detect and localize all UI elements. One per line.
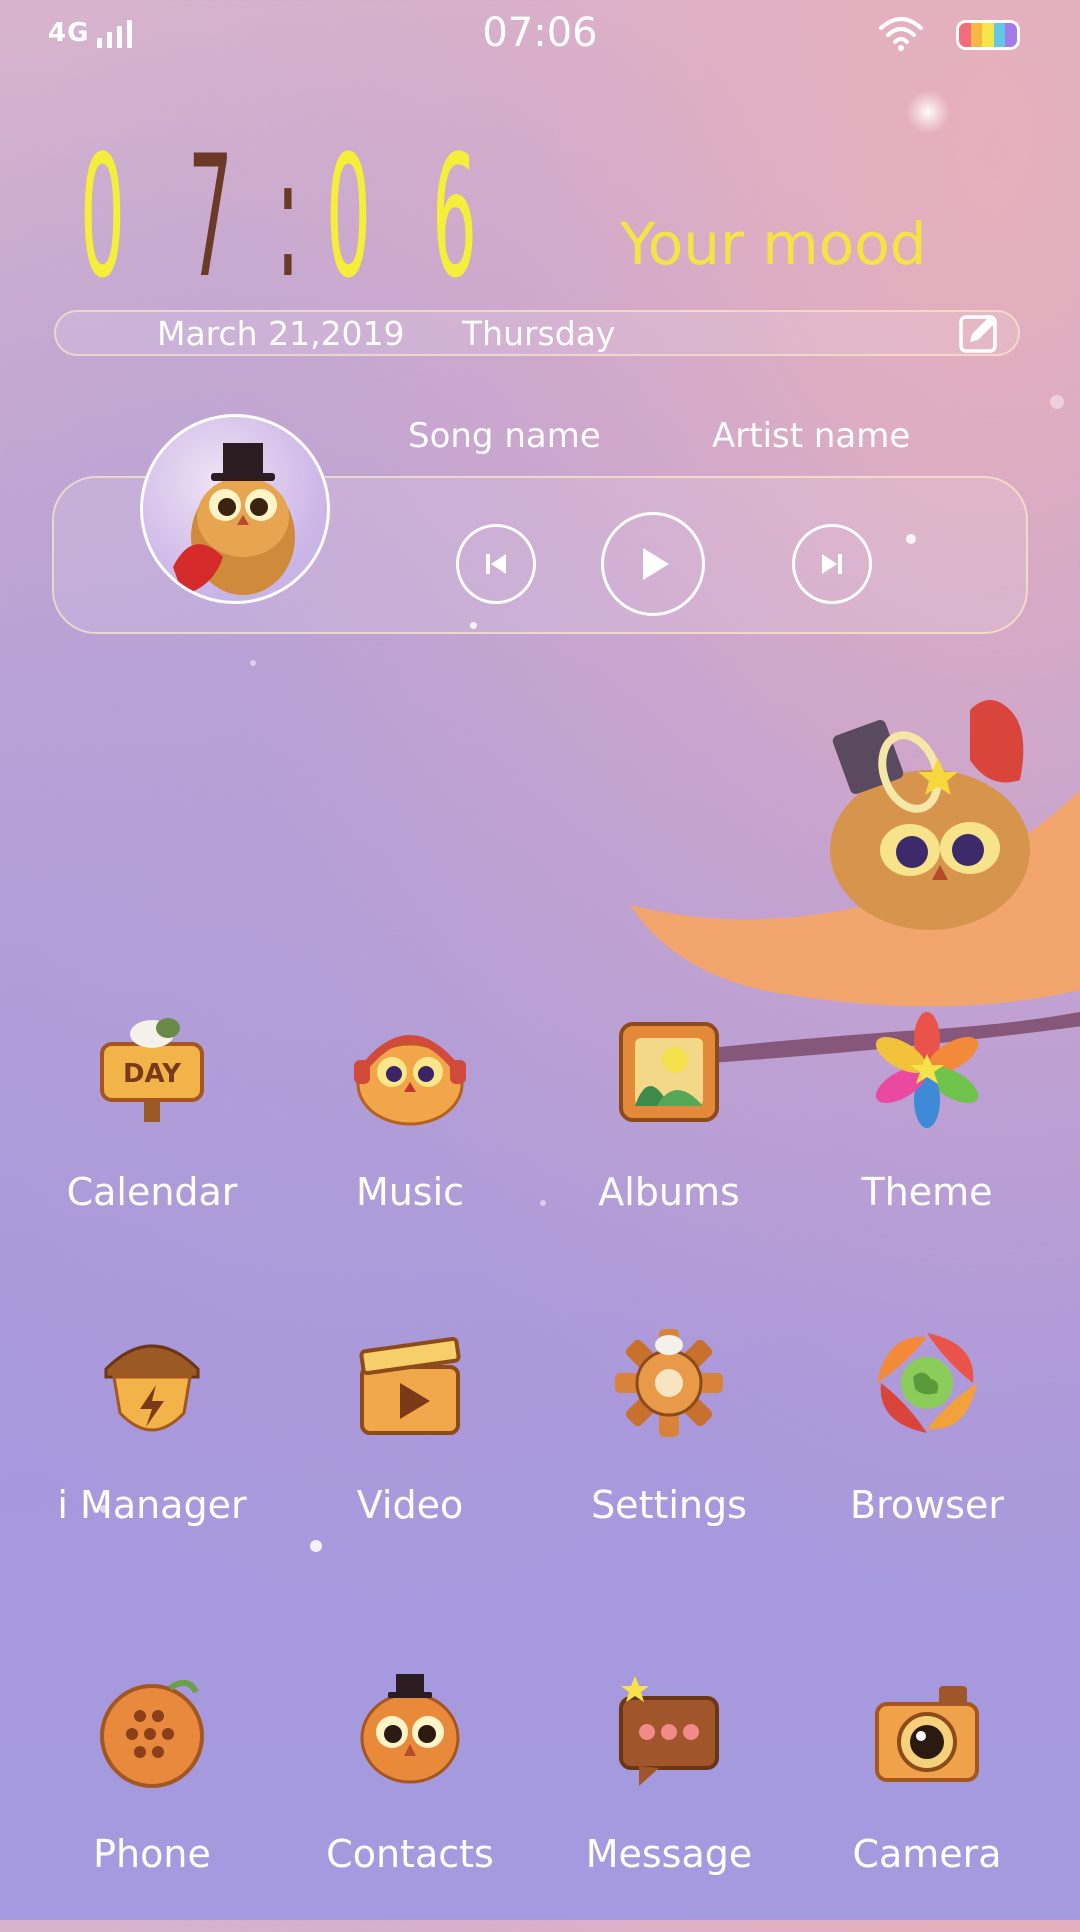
sparkle [906,90,950,134]
song-name: Song name [408,416,601,456]
app-label: i Manager [57,1483,247,1527]
play-icon [643,548,669,580]
skip-previous-icon [486,554,506,574]
app-contacts[interactable]: Contacts [281,1672,539,1932]
app-imanager[interactable]: i Manager [23,1323,281,1583]
wifi-icon [879,17,923,51]
skip-next-icon [822,554,842,574]
app-label: Video [356,1483,464,1527]
mood-label[interactable]: Your mood [620,210,927,278]
weekday-text: Thursday [462,314,616,353]
app-label: Camera [852,1832,1002,1876]
app-label: Theme [861,1170,993,1214]
owl-face-icon [360,1674,460,1784]
picture-frame-icon [619,1022,719,1122]
calendar-day-sign-icon: DAY [100,1018,204,1122]
status-bar: 4G 07:06 [0,0,1080,70]
previous-track-button[interactable] [456,524,536,604]
app-label: Albums [598,1170,740,1214]
album-art[interactable] [140,414,330,604]
app-albums[interactable]: Albums [540,1010,798,1270]
app-label: Settings [591,1483,747,1527]
app-video[interactable]: Video [281,1323,539,1583]
clock-minute-tens: 0 [326,119,371,315]
app-calendar[interactable]: DAY Calendar [23,1010,281,1270]
edit-icon[interactable] [958,312,1000,354]
app-label: Contacts [326,1832,494,1876]
app-theme[interactable]: Theme [798,1010,1056,1270]
app-browser[interactable]: Browser [798,1323,1056,1583]
clock-minute-ones: 6 [432,119,477,315]
date-text: March 21,2019 [157,314,405,353]
clock-colon: : [276,119,300,315]
wooden-gear-icon [615,1329,723,1437]
app-settings[interactable]: Settings [540,1323,798,1583]
clapperboard-icon [359,1336,461,1435]
clock-hour-ones: 7 [188,119,233,315]
next-track-button[interactable] [792,524,872,604]
acorn-lightning-icon [104,1344,200,1432]
svg-text:DAY: DAY [123,1059,182,1089]
clock-hour-tens: 0 [80,119,125,315]
owl-album-icon [173,443,295,595]
sparkle [250,660,256,666]
camera-icon [875,1686,979,1782]
swirl-globe-icon [877,1333,977,1433]
app-label: Music [355,1170,465,1214]
app-camera[interactable]: Camera [798,1672,1056,1932]
dialpad-ball-icon [100,1679,204,1788]
app-label: Calendar [66,1170,238,1214]
battery-icon [956,20,1020,50]
feather-flower-icon [875,1012,979,1128]
artist-name: Artist name [712,416,911,456]
clock-widget[interactable]: 0 7 : 0 6 [80,119,500,315]
play-button[interactable] [601,512,705,616]
app-phone[interactable]: Phone [23,1672,281,1932]
app-music[interactable]: Music [281,1010,539,1270]
app-label: Phone [93,1832,211,1876]
chat-bubble-icon [619,1676,719,1786]
owl-headphones-icon [354,1035,466,1126]
app-label: Message [585,1832,753,1876]
app-label: Browser [850,1483,1004,1527]
sparkle [1050,395,1064,409]
app-message[interactable]: Message [540,1672,798,1932]
